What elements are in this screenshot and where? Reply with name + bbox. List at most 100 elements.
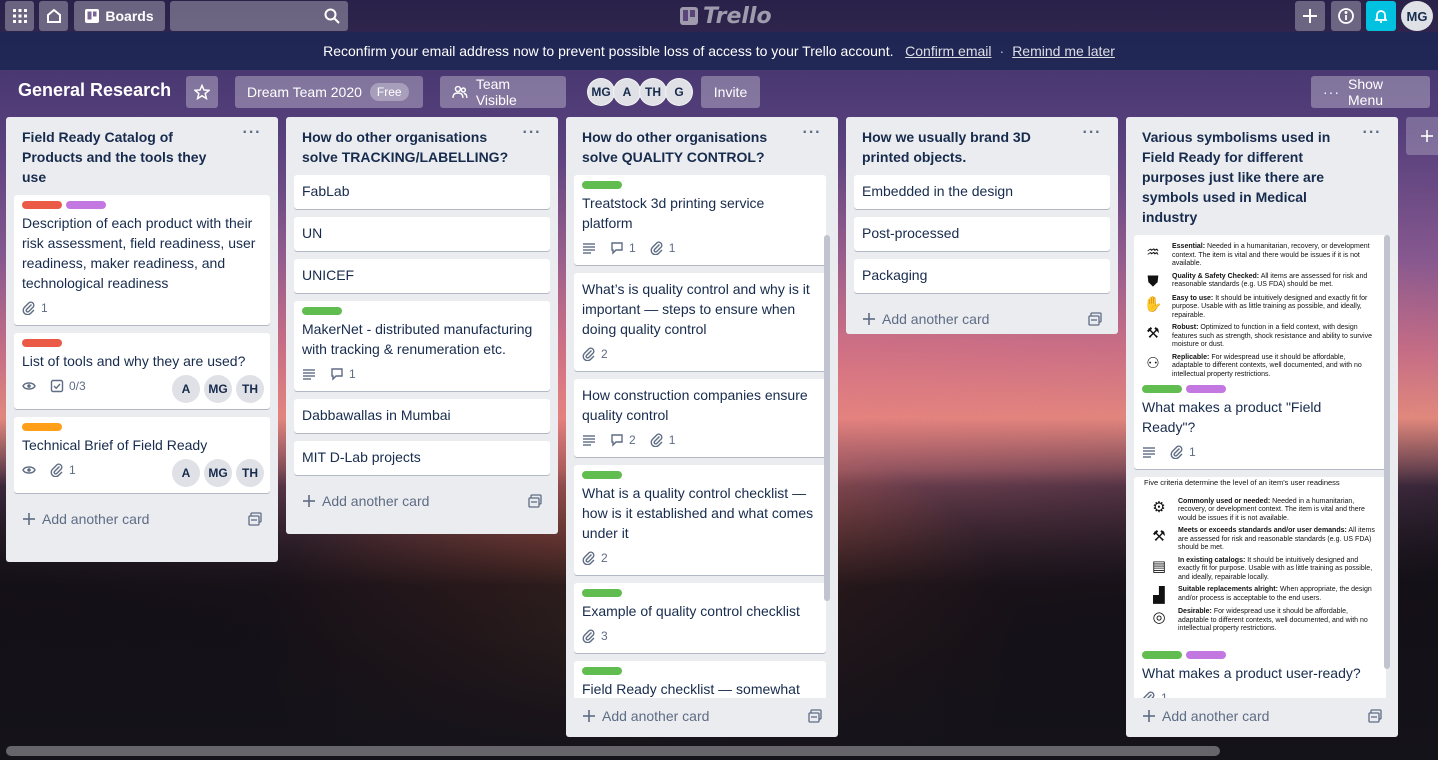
label-green [582, 181, 622, 189]
label-purple [1186, 651, 1226, 659]
card[interactable]: MakerNet - distributed manufacturing wit… [294, 301, 550, 391]
comments-badge: 2 [610, 433, 636, 447]
boards-button[interactable]: Boards [74, 1, 165, 31]
list-menu-icon[interactable]: ··· [518, 123, 546, 143]
apps-button[interactable] [5, 1, 34, 31]
create-button[interactable] [1295, 1, 1325, 31]
card-template-icon[interactable] [528, 494, 542, 508]
plus-icon [1421, 130, 1433, 142]
board-title[interactable]: General Research [18, 80, 171, 101]
card[interactable]: Field Ready checklist — somewhat [574, 661, 826, 698]
card-member-avatar[interactable]: MG [204, 459, 232, 487]
list-branding[interactable]: How we usually brand 3D printed objects.… [846, 117, 1118, 334]
add-list-button[interactable] [1406, 117, 1438, 155]
paperclip-icon [1142, 691, 1156, 698]
home-button[interactable] [39, 1, 68, 31]
add-card-button[interactable]: Add another card [14, 501, 270, 537]
card[interactable]: UNICEF [294, 259, 550, 293]
add-card-button[interactable]: Add another card [294, 483, 550, 519]
comment-icon [610, 241, 624, 255]
list-header[interactable]: Various symbolisms used in Field Ready f… [1134, 117, 1390, 235]
card[interactable]: FabLab [294, 175, 550, 209]
list-scrollbar[interactable] [1384, 235, 1390, 669]
card-title: Example of quality control checklist [582, 603, 800, 619]
remind-later-link[interactable]: Remind me later [1012, 43, 1115, 59]
label-red [22, 201, 62, 209]
add-card-label: Add another card [1162, 708, 1270, 724]
grid-icon [12, 9, 27, 23]
invite-button[interactable]: Invite [701, 76, 760, 108]
hammer-icon: ⚒ [1152, 528, 1166, 545]
search-input[interactable] [170, 1, 348, 31]
card[interactable]: Packaging [854, 259, 1110, 293]
criteria-term: Essential: [1172, 243, 1206, 250]
description-badge [1142, 445, 1156, 459]
card[interactable]: Example of quality control checklist 3 [574, 583, 826, 653]
card[interactable]: Embedded in the design [854, 175, 1110, 209]
attachments-count: 1 [668, 433, 676, 447]
list-menu-icon[interactable]: ··· [1078, 123, 1106, 143]
card-member-avatar[interactable]: A [172, 459, 200, 487]
list-symbolisms[interactable]: Various symbolisms used in Field Ready f… [1126, 117, 1398, 737]
list-scrollbar[interactable] [824, 235, 830, 601]
star-button[interactable] [186, 76, 218, 108]
card[interactable]: ♒ Essential: Needed in a humanitarian, re… [1134, 235, 1386, 469]
trello-logo[interactable]: Trello [680, 4, 772, 29]
list-header[interactable]: How do other organisations solve QUALITY… [574, 117, 830, 175]
paperclip-icon [22, 301, 36, 315]
card-member-avatar[interactable]: MG [204, 375, 232, 403]
label-green [582, 667, 622, 675]
list-tracking-labelling[interactable]: How do other organisations solve TRACKIN… [286, 117, 558, 534]
card[interactable]: UN [294, 217, 550, 251]
card[interactable]: Dabbawallas in Mumbai [294, 399, 550, 433]
confirm-email-link[interactable]: Confirm email [905, 43, 991, 59]
visibility-button[interactable]: Team Visible [440, 76, 566, 108]
list-menu-icon[interactable]: ··· [238, 123, 266, 143]
card[interactable]: Technical Brief of Field Ready 1 A MG TH [14, 417, 270, 493]
card[interactable]: Five criteria determine the level of an … [1134, 477, 1386, 698]
card-template-icon[interactable] [1368, 709, 1382, 723]
card[interactable]: Treatstock 3d printing service platform … [574, 175, 826, 265]
card-member-avatar[interactable]: TH [236, 375, 264, 403]
factory-icon: ▟ [1153, 587, 1165, 604]
card-member-avatar[interactable]: TH [236, 459, 264, 487]
card-member-avatar[interactable]: A [172, 375, 200, 403]
board-member-avatar[interactable]: MG [587, 78, 615, 106]
card-template-icon[interactable] [248, 512, 262, 526]
user-avatar[interactable]: MG [1401, 1, 1433, 31]
board-member-avatar[interactable]: A [613, 78, 641, 106]
list-title: How do other organisations solve TRACKIN… [302, 129, 509, 165]
card[interactable]: What is a quality control checklist — ho… [574, 465, 826, 575]
card-badges: 2 [582, 547, 818, 569]
card-template-icon[interactable] [1088, 312, 1102, 326]
card[interactable]: Post-processed [854, 217, 1110, 251]
add-card-button[interactable]: Add another card [574, 698, 830, 734]
info-button[interactable] [1331, 1, 1361, 31]
card-title: Treatstock 3d printing service platform [582, 195, 765, 231]
show-menu-button[interactable]: ··· Show Menu [1311, 76, 1430, 108]
add-card-button[interactable]: Add another card [854, 301, 1110, 337]
card-template-icon[interactable] [808, 709, 822, 723]
card[interactable]: How construction companies ensure qualit… [574, 379, 826, 457]
notifications-button[interactable] [1366, 1, 1396, 31]
card-cover-image: Five criteria determine the level of an … [1134, 477, 1386, 645]
team-button[interactable]: Dream Team 2020 Free [235, 76, 423, 108]
board-member-avatar[interactable]: G [665, 78, 693, 106]
criteria-term: Replicable: [1172, 353, 1210, 361]
list-menu-icon[interactable]: ··· [1358, 123, 1386, 143]
list-header[interactable]: How we usually brand 3D printed objects.… [854, 117, 1110, 175]
list-quality-control[interactable]: How do other organisations solve QUALITY… [566, 117, 838, 737]
list-header[interactable]: How do other organisations solve TRACKIN… [294, 117, 550, 175]
add-card-button[interactable]: Add another card [1134, 698, 1390, 734]
card[interactable]: MIT D-Lab projects [294, 441, 550, 475]
card[interactable]: List of tools and why they are used? 0/3… [14, 333, 270, 409]
card[interactable]: What’s is quality control and why is it … [574, 273, 826, 371]
list-menu-icon[interactable]: ··· [798, 123, 826, 143]
board-horizontal-scrollbar[interactable] [6, 746, 1220, 756]
list-header[interactable]: Field Ready Catalog of Products and the … [14, 117, 270, 195]
board-member-avatar[interactable]: TH [639, 78, 667, 106]
checklist-count: 0/3 [69, 379, 86, 393]
list-field-ready-catalog[interactable]: Field Ready Catalog of Products and the … [6, 117, 278, 562]
card[interactable]: Description of each product with their r… [14, 195, 270, 325]
card-title: What makes a product user-ready? [1142, 665, 1361, 681]
